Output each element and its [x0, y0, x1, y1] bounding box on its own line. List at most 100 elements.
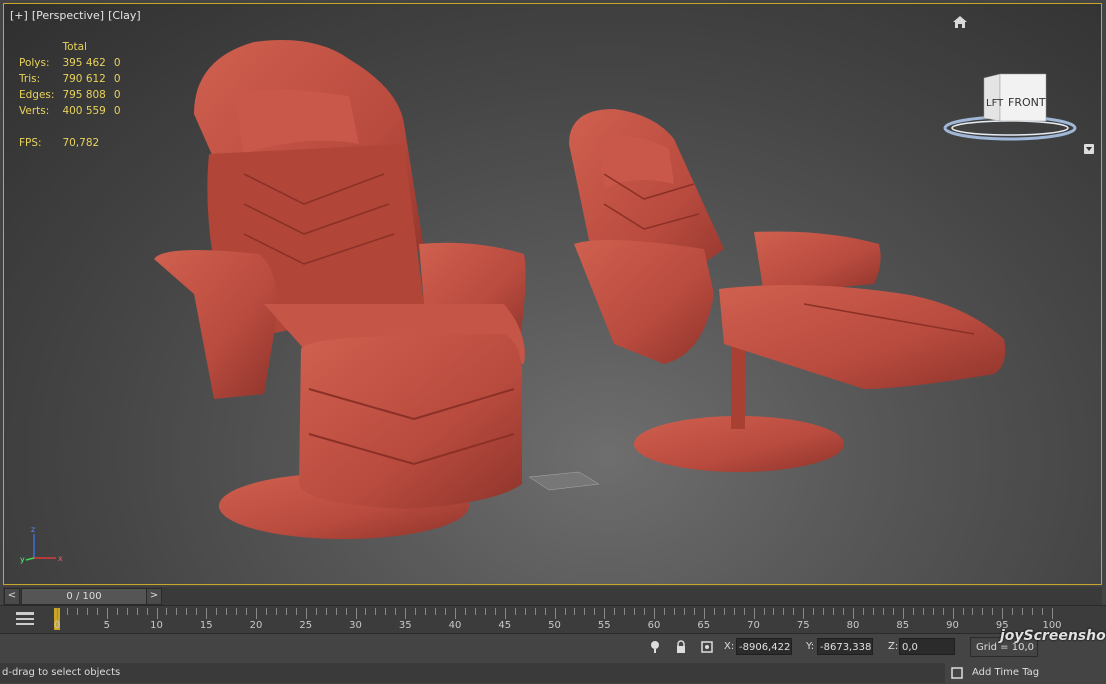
trackbar-tick — [544, 608, 546, 615]
trackbar-tick — [1002, 608, 1004, 619]
trackbar-tick — [753, 608, 755, 619]
viewport-label[interactable]: [+] [Perspective] [Clay] — [10, 9, 141, 22]
stats-total: 795 808 — [62, 89, 106, 101]
trackbar-tick — [524, 608, 526, 615]
trackbar-tick — [96, 608, 98, 615]
stats-header: Total — [62, 41, 87, 53]
status-bar: X: -8906,422 Y: -8673,338 Z: 0,0 Grid = … — [0, 633, 1106, 684]
home-icon[interactable] — [952, 14, 968, 30]
trackbar-tick — [405, 608, 407, 619]
trackbar-tick — [136, 608, 138, 615]
trackbar-tick — [106, 608, 108, 619]
trackbar-tick-label: 45 — [498, 620, 512, 631]
stats-selected: 0 — [113, 57, 121, 69]
viewcube-left-label[interactable]: LFT — [986, 98, 1004, 109]
recliner-chair-left[interactable] — [154, 40, 526, 539]
viewport-shading[interactable]: [Clay] — [108, 9, 141, 22]
trackbar-tick — [1052, 608, 1053, 619]
trackbar-tick-label: 85 — [896, 620, 910, 631]
trackbar-tick — [335, 608, 337, 615]
y-coord-field[interactable]: -8673,338 — [817, 638, 873, 655]
trackbar-tick — [345, 608, 347, 615]
perspective-viewport[interactable]: [+] [Perspective] [Clay] Total Polys: 395… — [3, 3, 1102, 585]
trackbar-tick — [673, 608, 675, 615]
z-coord-field[interactable]: 0,0 — [899, 638, 955, 655]
trackbar-tick — [246, 608, 248, 615]
trackbar-tick-label: 55 — [597, 620, 611, 631]
stats-total: 395 462 — [62, 57, 106, 69]
trackbar-tick-label: 40 — [448, 620, 462, 631]
trackbar-tick — [226, 608, 228, 615]
stats-selected: 0 — [113, 89, 121, 101]
trackbar-tick — [295, 608, 297, 615]
trackbar-tick — [713, 608, 715, 615]
trackbar-tick — [325, 608, 327, 615]
stats-selected: 0 — [113, 73, 121, 85]
x-coord-field[interactable]: -8906,422 — [736, 638, 792, 655]
z-coord-label: Z: — [888, 641, 899, 652]
trackbar-tick — [275, 608, 277, 615]
viewcube-front-label[interactable]: FRONT — [1008, 96, 1046, 109]
trackbar-tick — [823, 608, 825, 615]
trackbar-tick-label: 80 — [846, 620, 860, 631]
time-slider-thumb[interactable]: 0 / 100 — [21, 588, 147, 605]
trackbar-tick — [922, 608, 924, 615]
isolate-selection-icon[interactable] — [648, 640, 662, 654]
trackbar-tick — [435, 608, 437, 615]
viewport-point-of-view[interactable]: [Perspective] — [32, 9, 104, 22]
trackbar-tick — [514, 608, 516, 615]
trackbar-tick — [534, 608, 536, 615]
fps-value: 70,782 — [62, 137, 100, 149]
trackbar-tick — [892, 608, 894, 615]
trackbar-tick — [912, 608, 914, 615]
trackbar-tick — [425, 608, 427, 615]
trackbar-tick — [474, 608, 476, 615]
time-slider[interactable]: < 0 / 100 > — [3, 587, 1102, 605]
viewcube-menu-icon[interactable] — [1084, 144, 1094, 154]
trackbar-tick — [972, 608, 974, 615]
axis-z-label: z — [31, 525, 35, 534]
trackbar-tick — [733, 608, 735, 615]
trackbar-tick-label: 10 — [150, 620, 163, 631]
trackbar-tick — [664, 608, 665, 615]
time-prev-button[interactable]: < — [4, 588, 20, 605]
trackbar-tick — [455, 608, 456, 619]
stats-total: 400 559 — [62, 105, 106, 117]
trackbar-tick-label: 25 — [299, 620, 313, 631]
trackbar-tick — [57, 608, 58, 619]
trackbar-tick — [445, 608, 447, 615]
trackbar-tick — [863, 608, 864, 615]
fps-label: FPS: — [19, 137, 42, 149]
trackbar-tick-label: 90 — [946, 620, 959, 631]
time-next-button[interactable]: > — [146, 588, 162, 605]
trackbar-tick — [604, 608, 606, 619]
axis-y-label: y — [20, 555, 25, 564]
trackbar-tick — [644, 608, 645, 615]
trackbar-tick — [783, 608, 785, 615]
trackbar-tick — [1012, 608, 1014, 615]
trackbar-tick — [584, 608, 586, 615]
axis-tripod-icon: z x y — [20, 525, 63, 564]
grid-helper[interactable] — [528, 471, 600, 491]
trackbar-tick — [196, 608, 198, 615]
trackbar-tick — [186, 608, 188, 615]
trackbar-tick — [872, 608, 874, 615]
time-tag-icon[interactable] — [950, 666, 964, 680]
trackbar-tick — [634, 608, 636, 615]
recliner-chair-right[interactable] — [569, 109, 1006, 472]
trackbar-tick-label: 30 — [349, 620, 362, 631]
absolute-mode-transform-icon[interactable] — [700, 640, 714, 654]
y-coord-label: Y: — [806, 641, 815, 652]
trackbar-tick — [723, 608, 725, 615]
trackbar-tick — [683, 608, 685, 615]
trackbar[interactable]: 0 5 10 15 20 25 30 35 40 45 50 55 60 65 70 75 80 85 90 95 10… — [0, 605, 1106, 634]
trackbar-tick-label: 75 — [796, 620, 810, 631]
viewport-menu-plus[interactable]: [+] — [10, 9, 28, 22]
trackbar-tick — [86, 608, 88, 615]
trackbar-tick — [932, 608, 934, 615]
stats-label: Tris: — [19, 73, 41, 85]
selection-lock-icon[interactable] — [674, 640, 688, 654]
add-time-tag-button[interactable]: Add Time Tag — [972, 663, 1106, 683]
trackbar-tick — [833, 608, 835, 615]
viewcube[interactable]: LFT FRONT — [940, 66, 1080, 146]
